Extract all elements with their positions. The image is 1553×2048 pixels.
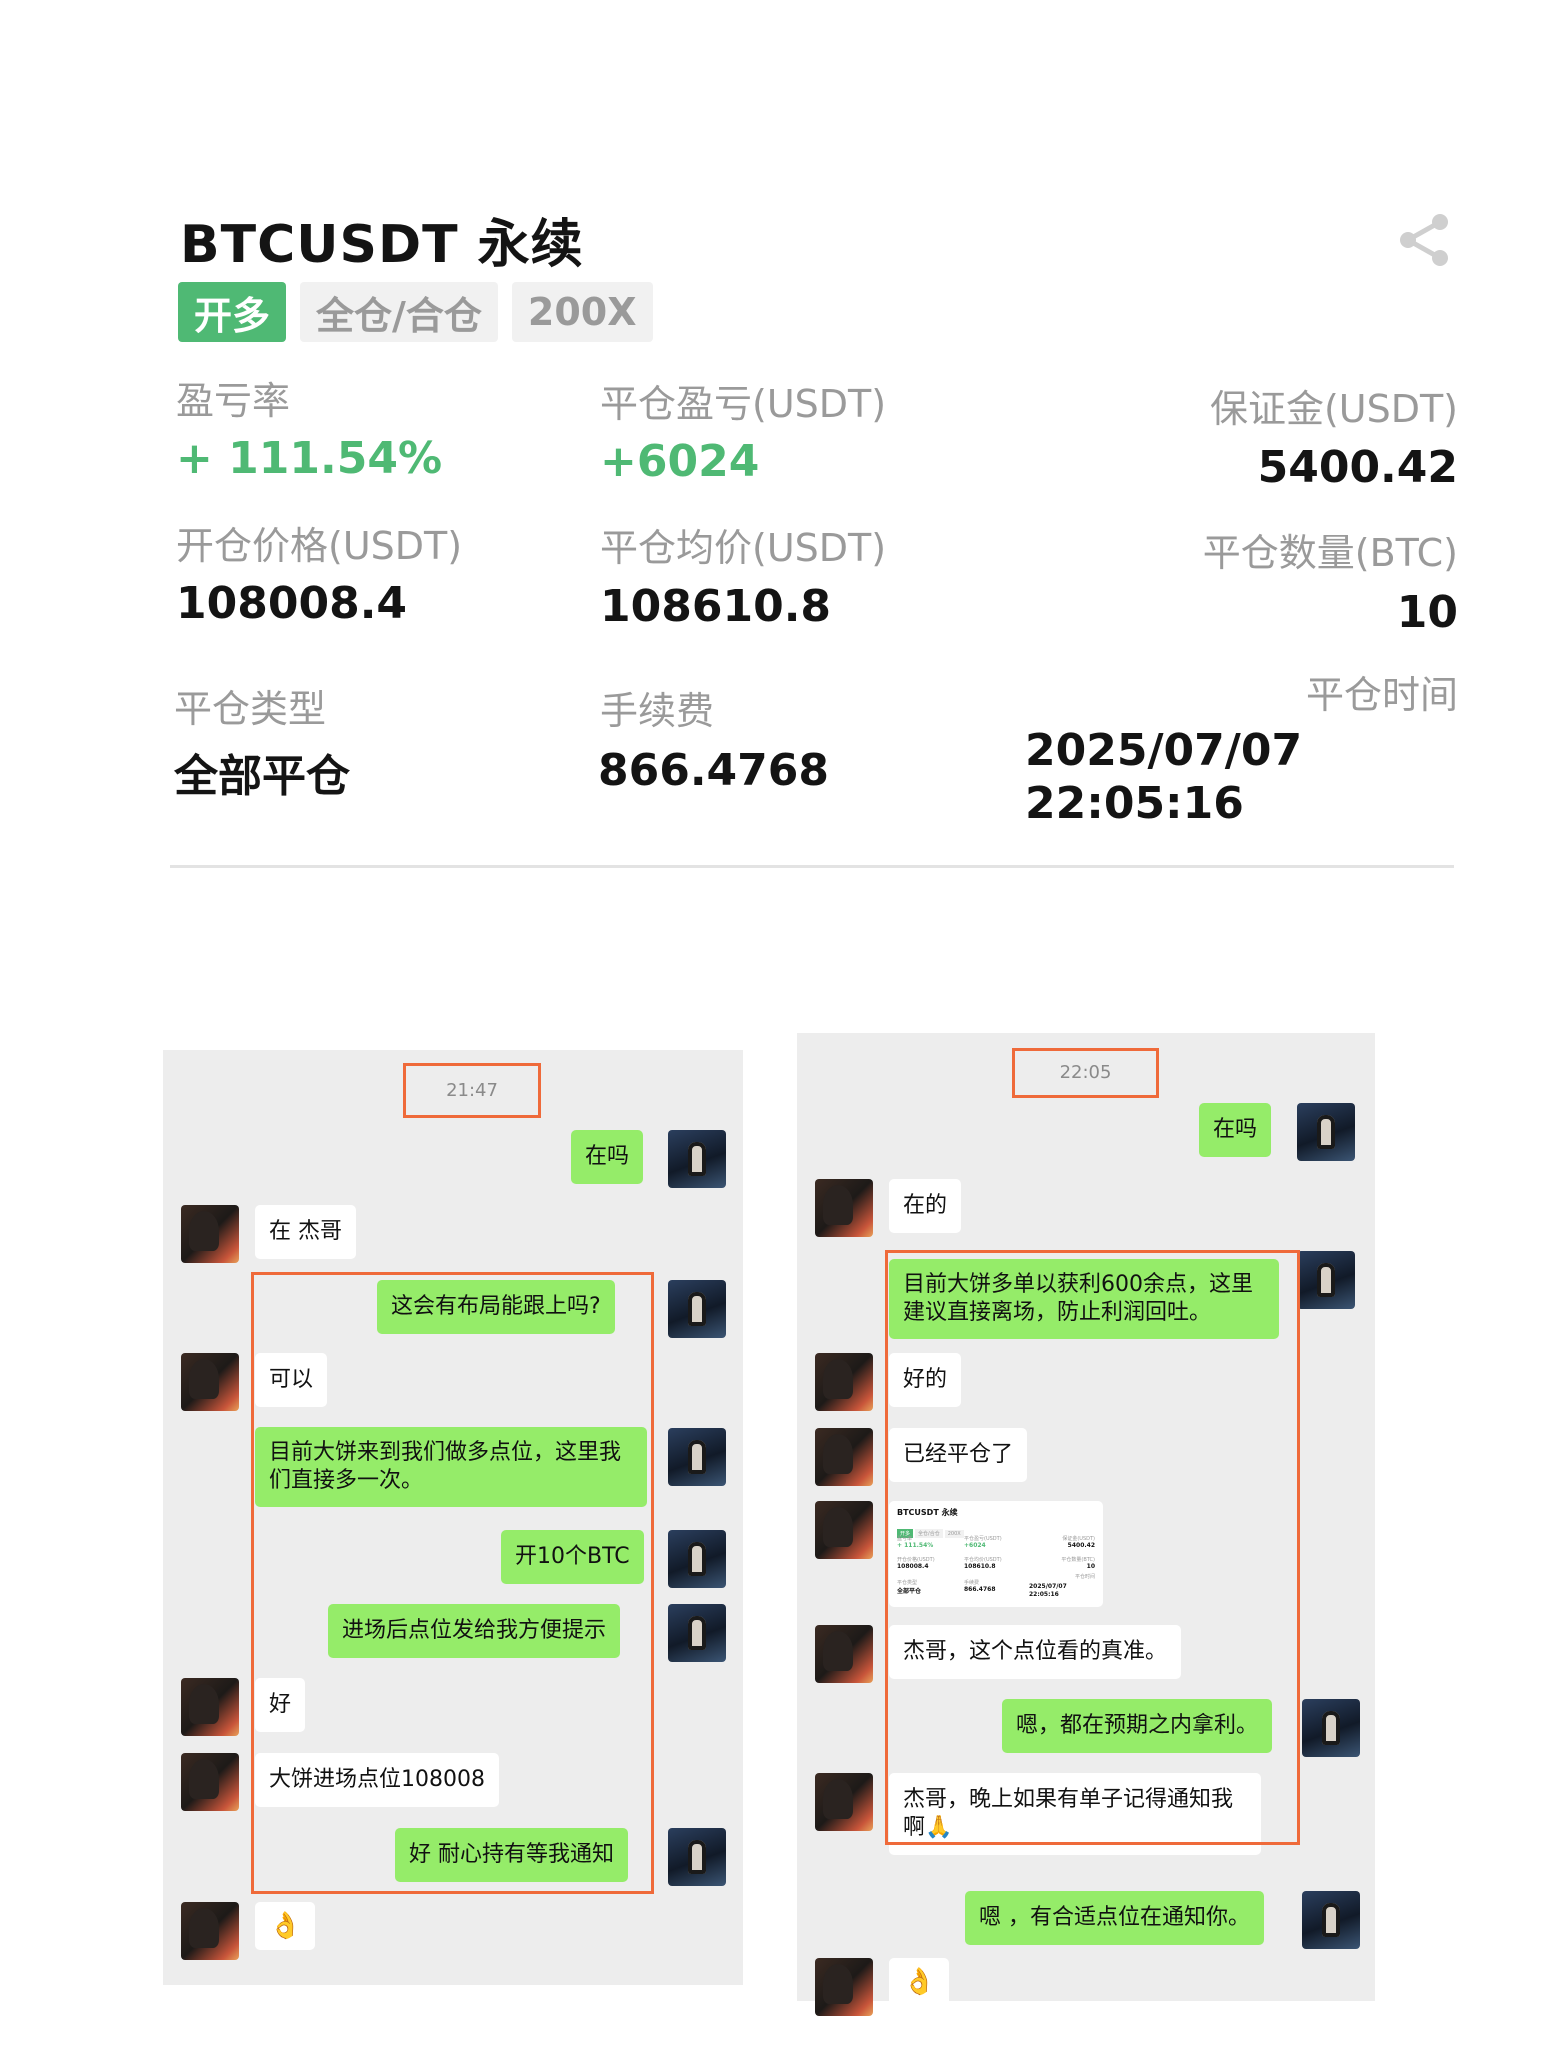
avatar-icon[interactable] — [1302, 1891, 1360, 1949]
avatar-icon[interactable] — [668, 1828, 726, 1886]
close-qty-label: 平仓数量(BTC) — [1202, 531, 1458, 575]
trade-card: BTCUSDT 永续 开多 全仓/合仓 200X 盈亏率 + 111.54% 平… — [170, 180, 1460, 890]
avatar-icon[interactable] — [668, 1130, 726, 1188]
fee-value: 866.4768 — [598, 745, 830, 796]
timestamp: 21:47 — [403, 1063, 541, 1118]
share-icon[interactable] — [1394, 210, 1454, 270]
message-bubble: 嗯 ，有合适点位在通知你。 — [965, 1891, 1264, 1945]
margin-value: 5400.42 — [1257, 442, 1458, 493]
margin-label: 保证金(USDT) — [1209, 387, 1458, 431]
message-bubble: 👌 — [255, 1902, 316, 1950]
margin-mode-tag: 全仓/合仓 — [300, 282, 498, 342]
avatar-icon[interactable] — [181, 1902, 239, 1960]
avatar-icon[interactable] — [815, 1179, 873, 1237]
close-avg-label: 平仓均价(USDT) — [600, 526, 887, 570]
avatar-icon[interactable] — [668, 1428, 726, 1486]
highlight-frame — [885, 1250, 1300, 1845]
close-type-value: 全部平仓 — [174, 751, 350, 802]
avatar-icon[interactable] — [668, 1530, 726, 1588]
close-pnl-value: +6024 — [600, 436, 760, 487]
avatar-icon[interactable] — [181, 1753, 239, 1811]
chat-panel-left: 21:47 在吗 在 杰哥 这会有布局能跟上吗? 可以 目前大饼来到我们做多点位… — [163, 1050, 743, 1985]
leverage-tag: 200X — [511, 282, 653, 342]
close-time-label: 平仓时间 — [1305, 673, 1458, 717]
avatar-icon[interactable] — [1297, 1103, 1355, 1161]
message-bubble: 👌 — [889, 1958, 950, 2006]
direction-tag: 开多 — [178, 282, 287, 342]
contract-title: BTCUSDT 永续 — [180, 215, 584, 275]
position-tags: 开多 全仓/合仓 200X — [178, 282, 653, 342]
close-pnl-label: 平仓盈亏(USDT) — [600, 382, 887, 426]
avatar-icon[interactable] — [815, 1958, 873, 2016]
message-bubble: 在吗 — [571, 1130, 644, 1184]
close-type-label: 平仓类型 — [174, 687, 327, 731]
avatar-icon[interactable] — [815, 1773, 873, 1831]
open-price-label: 开仓价格(USDT) — [176, 524, 463, 568]
close-clock: 22:05:16 — [1025, 778, 1244, 829]
timestamp: 22:05 — [1012, 1048, 1159, 1098]
avatar-icon[interactable] — [668, 1280, 726, 1338]
avatar-icon[interactable] — [1302, 1699, 1360, 1757]
fee-label: 手续费 — [600, 689, 715, 733]
avatar-icon[interactable] — [181, 1205, 239, 1263]
avatar-icon[interactable] — [815, 1428, 873, 1486]
highlight-frame — [251, 1272, 654, 1894]
avatar-icon[interactable] — [815, 1353, 873, 1411]
avatar-icon[interactable] — [815, 1625, 873, 1683]
pnl-rate-label: 盈亏率 — [176, 379, 291, 423]
avatar-icon[interactable] — [1297, 1251, 1355, 1309]
chat-panel-right: 22:05 在吗 在的 目前大饼多单以获利600余点，这里建议直接离场，防止利润… — [797, 1033, 1375, 2016]
close-qty-value: 10 — [1396, 587, 1458, 638]
avatar-icon[interactable] — [668, 1604, 726, 1662]
message-bubble: 在 杰哥 — [255, 1205, 356, 1259]
avatar-icon[interactable] — [181, 1353, 239, 1411]
pnl-rate-value: + 111.54% — [176, 433, 443, 484]
close-avg-value: 108610.8 — [600, 581, 832, 632]
message-bubble: 在的 — [889, 1179, 962, 1233]
avatar-icon[interactable] — [181, 1678, 239, 1736]
card-divider — [170, 865, 1454, 868]
open-price-value: 108008.4 — [176, 578, 408, 629]
message-bubble: 在吗 — [1199, 1103, 1272, 1157]
close-date: 2025/07/07 — [1025, 725, 1303, 776]
avatar-icon[interactable] — [815, 1501, 873, 1559]
